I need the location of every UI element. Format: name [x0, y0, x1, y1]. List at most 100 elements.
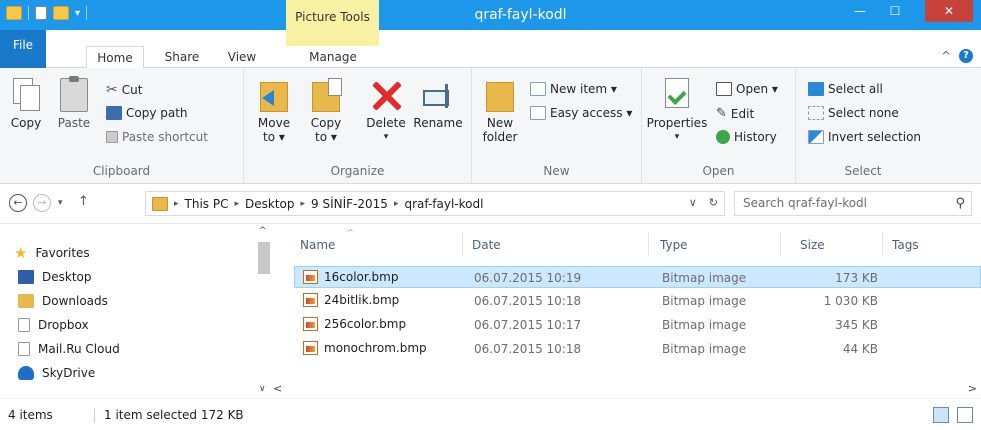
- file-row[interactable]: 24bitlik.bmp 06.07.2015 10:18 Bitmap ima…: [294, 290, 981, 312]
- column-size[interactable]: Size: [800, 238, 825, 252]
- tab-share[interactable]: Share: [156, 46, 208, 68]
- file-size: 173 KB: [835, 271, 878, 285]
- ribbon-tabs: File Home Share View Manage ^ ?: [0, 30, 981, 69]
- large-icons-view-icon[interactable]: [957, 407, 973, 423]
- copy-button[interactable]: Copy: [6, 78, 46, 130]
- search-input[interactable]: Search qraf-fayl-kodl ⚲: [734, 191, 972, 216]
- rename-button[interactable]: Rename: [412, 78, 464, 130]
- bitmap-icon: [303, 317, 318, 331]
- copy-to-button[interactable]: Copy to ▾: [306, 78, 346, 144]
- select-all-label: Select all: [828, 82, 883, 96]
- favorites-label: Favorites: [35, 246, 90, 260]
- delete-button[interactable]: Delete ▾: [362, 78, 410, 144]
- open-label: Open ▾: [736, 82, 778, 96]
- new-item-label: New item ▾: [550, 82, 617, 96]
- paste-icon: [60, 76, 88, 112]
- breadcrumb-qraf-fayl-kodl[interactable]: qraf-fayl-kodl: [404, 197, 483, 211]
- file-row[interactable]: 16color.bmp 06.07.2015 10:19 Bitmap imag…: [294, 266, 981, 288]
- select-none-button[interactable]: Select none: [808, 106, 899, 120]
- minimize-button[interactable]: —: [843, 0, 877, 22]
- paste-shortcut-label: Paste shortcut: [122, 130, 208, 144]
- column-date[interactable]: Date: [472, 238, 501, 252]
- breadcrumb-this-pc[interactable]: This PC: [185, 197, 229, 211]
- file-name-text: 16color.bmp: [324, 270, 399, 284]
- scroll-up-icon[interactable]: ^: [259, 226, 267, 236]
- recent-locations-chevron-icon[interactable]: ▾: [58, 198, 63, 208]
- maximize-button[interactable]: ☐: [877, 0, 913, 22]
- invert-selection-button[interactable]: Invert selection: [808, 130, 921, 144]
- select-all-button[interactable]: Select all: [808, 82, 883, 96]
- easy-access-button[interactable]: Easy access ▾: [530, 106, 632, 120]
- column-divider[interactable]: [648, 232, 649, 256]
- back-button[interactable]: ←: [9, 194, 27, 212]
- tab-view[interactable]: View: [222, 46, 262, 68]
- select-none-icon: [808, 106, 824, 120]
- column-divider[interactable]: [780, 232, 781, 256]
- dropbox-icon: [18, 318, 30, 332]
- new-folder-button[interactable]: New folder: [478, 78, 522, 144]
- scroll-right-icon[interactable]: >: [968, 382, 977, 395]
- edit-button[interactable]: ✎ Edit: [716, 106, 754, 121]
- open-button[interactable]: Open ▾: [716, 82, 778, 96]
- column-tags[interactable]: Tags: [892, 238, 919, 252]
- tab-file[interactable]: File: [0, 30, 46, 68]
- clipboard-group: Copy Paste ✂ Cut Copy path Paste shortcu…: [0, 68, 244, 184]
- move-to-button[interactable]: Move to ▾: [254, 78, 294, 144]
- refresh-icon[interactable]: ↻: [709, 196, 718, 209]
- group-label: Select: [844, 164, 882, 178]
- breadcrumb-desktop[interactable]: Desktop: [245, 197, 295, 211]
- paste-button[interactable]: Paste: [54, 76, 94, 130]
- nav-item-skydrive[interactable]: SkyDrive: [18, 366, 95, 380]
- scroll-thumb[interactable]: [258, 242, 270, 274]
- column-name[interactable]: Name: [300, 238, 335, 252]
- breadcrumb-9-sinif-2015[interactable]: 9 SİNİF-2015: [311, 197, 388, 211]
- file-type: Bitmap image: [662, 342, 747, 356]
- properties-button[interactable]: Properties ▾: [646, 78, 708, 144]
- nav-item-dropbox[interactable]: Dropbox: [18, 318, 89, 332]
- folder-icon: [152, 196, 168, 211]
- new-item-button[interactable]: New item ▾: [530, 82, 617, 96]
- desktop-icon: [18, 270, 34, 284]
- file-name-text: 24bitlik.bmp: [324, 293, 400, 307]
- file-type: Bitmap image: [662, 318, 747, 332]
- history-button[interactable]: History: [716, 130, 777, 144]
- favorites-node[interactable]: ★ Favorites: [14, 244, 90, 262]
- paste-label: Paste: [57, 116, 91, 130]
- nav-item-desktop[interactable]: Desktop: [18, 270, 92, 284]
- breadcrumb-separator[interactable]: ▸: [234, 199, 239, 209]
- collapse-ribbon-icon[interactable]: ^: [941, 49, 951, 63]
- paste-shortcut-button[interactable]: Paste shortcut: [106, 130, 208, 144]
- address-bar[interactable]: ▸ This PC ▸ Desktop ▸ 9 SİNİF-2015 ▸ qra…: [145, 191, 725, 216]
- file-list-horizontal-scrollbar[interactable]: < >: [272, 382, 981, 398]
- file-name: monochrom.bmp: [303, 341, 427, 355]
- navigation-scrollbar[interactable]: ^ ∨: [256, 224, 272, 396]
- properties-dropdown-icon: ▾: [674, 132, 680, 142]
- breadcrumb-separator[interactable]: ▸: [174, 199, 179, 209]
- scroll-down-icon[interactable]: ∨: [259, 384, 266, 394]
- nav-item-mailru-cloud[interactable]: Mail.Ru Cloud: [18, 342, 120, 356]
- address-dropdown-icon[interactable]: ∨: [689, 196, 697, 209]
- new-item-icon: [530, 82, 546, 96]
- column-divider[interactable]: [882, 232, 883, 256]
- tab-manage[interactable]: Manage: [290, 46, 376, 68]
- open-group: Properties ▾ Open ▾ ✎ Edit History Open: [642, 68, 796, 184]
- tab-home[interactable]: Home: [86, 46, 144, 69]
- file-date: 06.07.2015 10:19: [474, 271, 582, 285]
- file-row[interactable]: monochrom.bmp 06.07.2015 10:18 Bitmap im…: [294, 338, 981, 360]
- search-icon[interactable]: ⚲: [955, 192, 965, 215]
- breadcrumb-separator[interactable]: ▸: [301, 199, 306, 209]
- nav-item-downloads[interactable]: Downloads: [18, 294, 108, 308]
- up-button[interactable]: ↑: [78, 194, 89, 209]
- forward-button[interactable]: →: [33, 194, 51, 212]
- details-view-icon[interactable]: [933, 407, 949, 423]
- copy-path-button[interactable]: Copy path: [106, 106, 188, 120]
- breadcrumb-separator[interactable]: ▸: [394, 199, 399, 209]
- file-name-text: 256color.bmp: [324, 317, 407, 331]
- close-button[interactable]: ✕: [925, 0, 973, 22]
- help-icon[interactable]: ?: [959, 49, 973, 63]
- cut-button[interactable]: ✂ Cut: [106, 82, 142, 98]
- column-type[interactable]: Type: [660, 238, 688, 252]
- column-divider[interactable]: [462, 232, 463, 256]
- file-row[interactable]: 256color.bmp 06.07.2015 10:17 Bitmap ima…: [294, 314, 981, 336]
- scroll-left-icon[interactable]: <: [273, 382, 282, 395]
